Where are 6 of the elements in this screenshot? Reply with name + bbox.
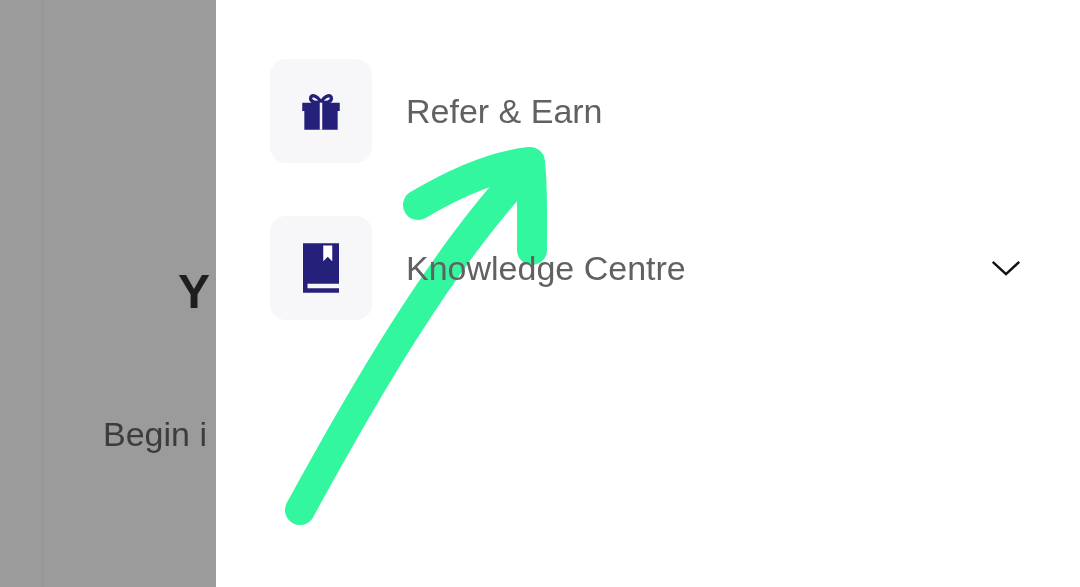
menu-item-label[interactable]: Refer & Earn [406,91,1022,131]
page-subtitle: Begin i [103,414,208,454]
icon-tile[interactable] [270,59,372,163]
page-title: Y [178,264,210,320]
icon-tile[interactable] [270,216,372,320]
chevron-icon[interactable] [990,259,1022,277]
